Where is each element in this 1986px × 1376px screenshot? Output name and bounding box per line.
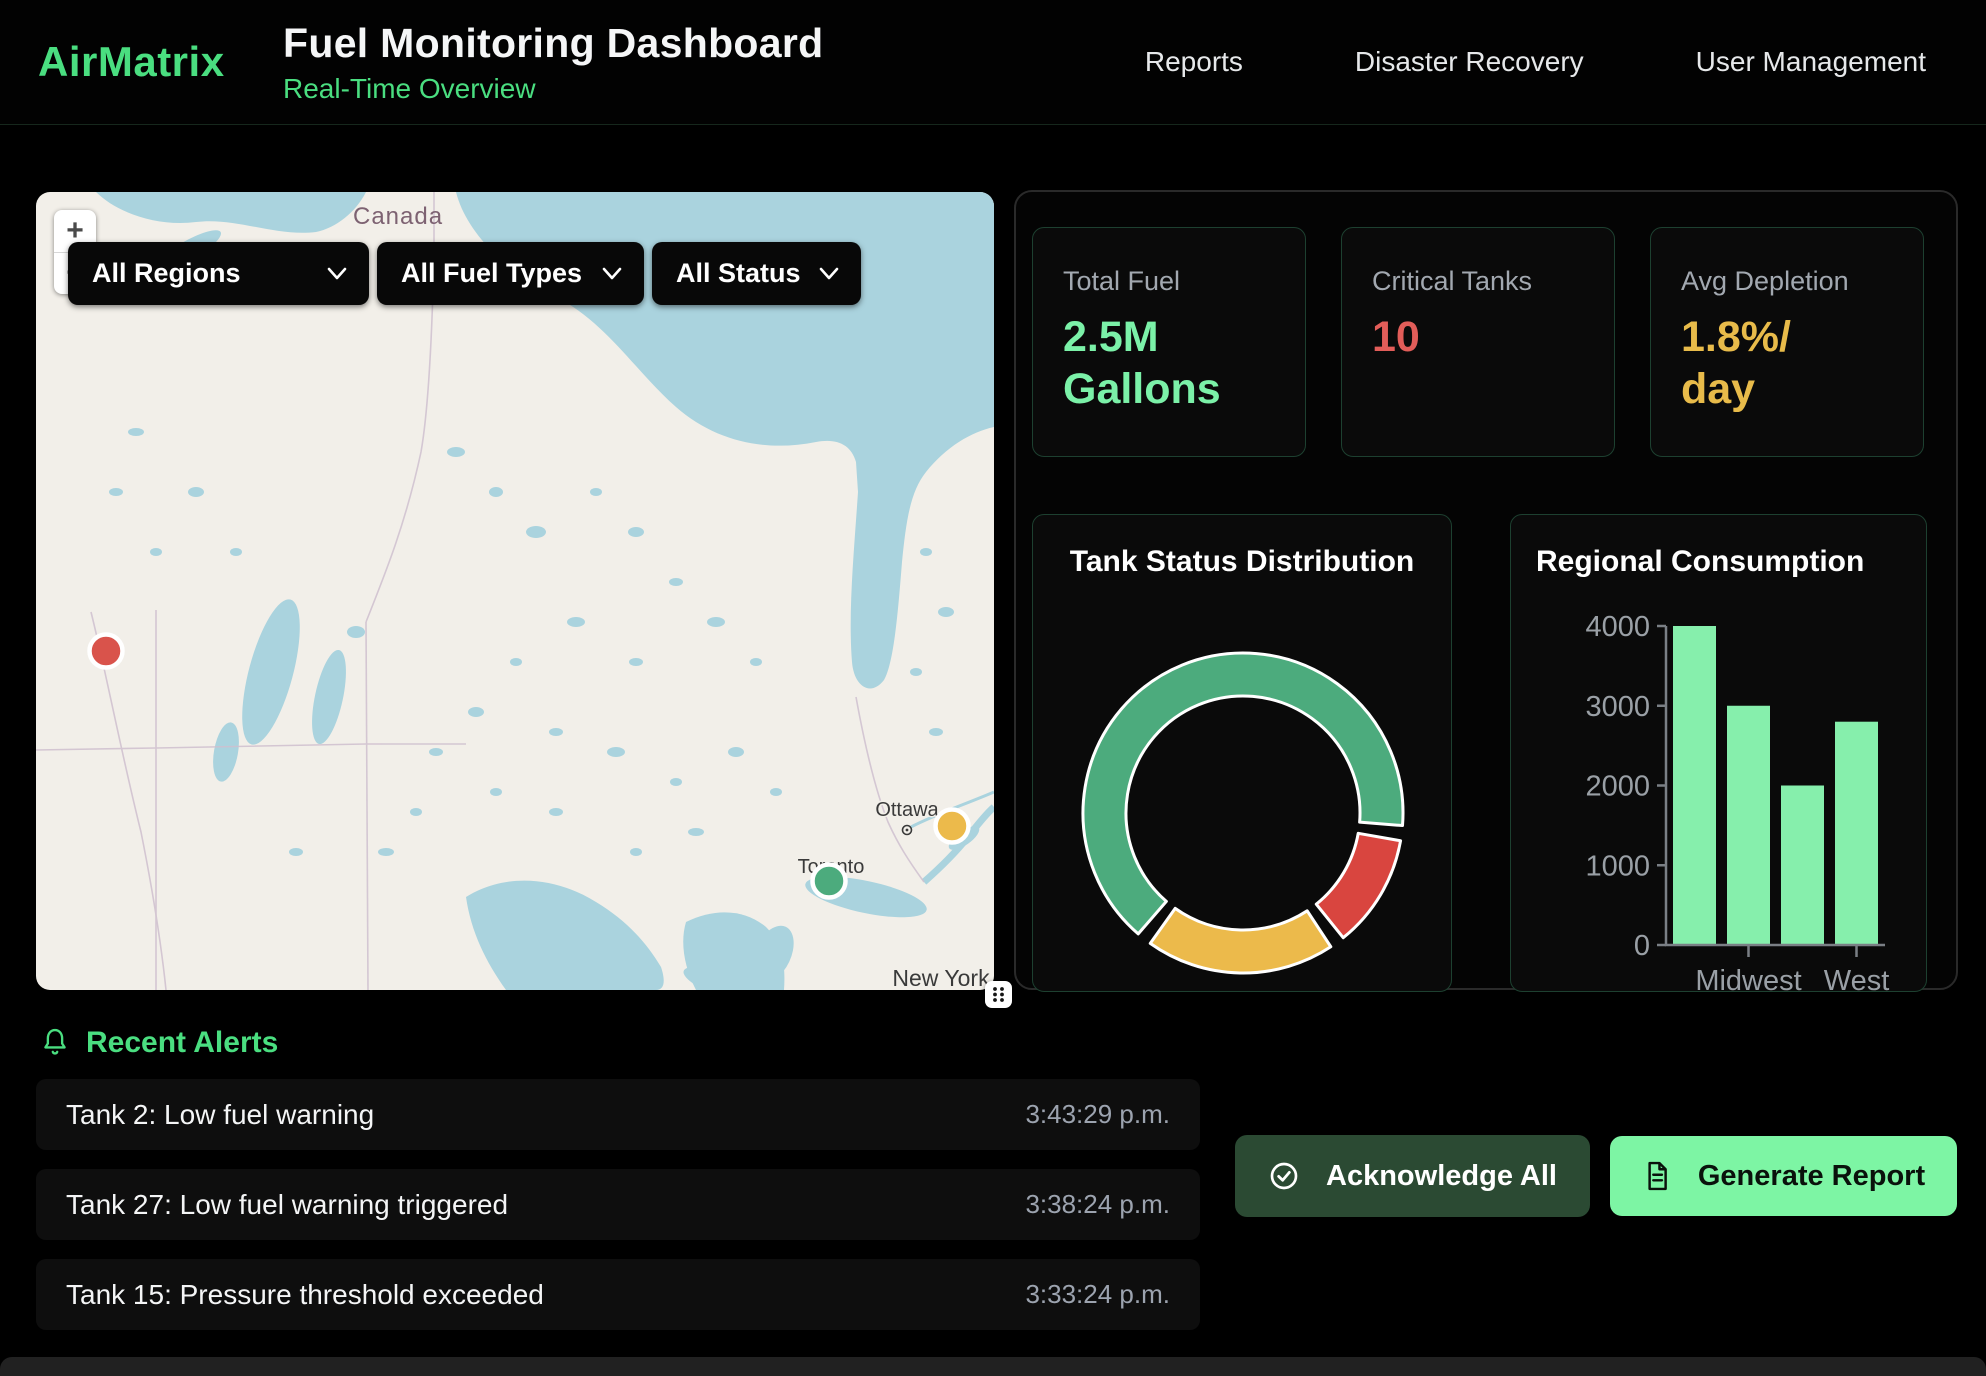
- tank-status-donut-chart: [1033, 573, 1453, 991]
- app-header: AirMatrix Fuel Monitoring Dashboard Real…: [0, 0, 1986, 125]
- fuel-type-filter-value: All Fuel Types: [401, 258, 582, 289]
- tank-status-chart-card: Tank Status Distribution: [1032, 514, 1452, 992]
- document-icon: [1642, 1160, 1672, 1192]
- svg-text:West: West: [1824, 965, 1890, 991]
- svg-text:3000: 3000: [1585, 691, 1650, 723]
- alert-time: 3:38:24 p.m.: [1025, 1189, 1170, 1220]
- alert-row[interactable]: Tank 27: Low fuel warning triggered 3:38…: [36, 1169, 1200, 1240]
- bar: [1727, 706, 1770, 945]
- regional-consumption-chart-card: Regional Consumption 01000200030004000Mi…: [1510, 514, 1927, 992]
- fuel-type-filter-dropdown[interactable]: All Fuel Types: [377, 242, 644, 305]
- status-filter-value: All Status: [676, 258, 801, 289]
- map-resize-handle-icon[interactable]: [985, 981, 1012, 1008]
- stat-label: Critical Tanks: [1372, 266, 1584, 297]
- map-marker-warning[interactable]: [936, 810, 969, 843]
- alert-text: Tank 2: Low fuel warning: [66, 1099, 374, 1131]
- donut-segment-warning: [1150, 908, 1331, 973]
- alert-row[interactable]: Tank 2: Low fuel warning 3:43:29 p.m.: [36, 1079, 1200, 1150]
- map-city-label-new-york: New York: [892, 965, 990, 990]
- stat-value-critical-tanks: 10: [1372, 311, 1547, 363]
- bar: [1835, 722, 1878, 945]
- donut-segment-critical: [1316, 833, 1400, 937]
- lake-superior-water: [466, 881, 664, 990]
- nav-item-reports[interactable]: Reports: [1145, 46, 1243, 78]
- page-subtitle: Real-Time Overview: [283, 73, 823, 105]
- map-marker-normal[interactable]: [813, 865, 846, 898]
- acknowledge-all-label: Acknowledge All: [1326, 1160, 1557, 1193]
- bar: [1781, 786, 1824, 946]
- chevron-down-icon: [819, 267, 839, 280]
- svg-text:1000: 1000: [1585, 850, 1650, 882]
- fuel-map[interactable]: Canada Ottawa Toronto New York + − All R…: [36, 192, 994, 990]
- status-filter-dropdown[interactable]: All Status: [652, 242, 861, 305]
- stat-value-total-fuel: 2.5M Gallons: [1063, 311, 1238, 416]
- svg-text:0: 0: [1634, 930, 1650, 962]
- bell-icon: [40, 1027, 70, 1059]
- stat-card-avg-depletion: Avg Depletion 1.8%/day: [1650, 227, 1924, 457]
- chevron-down-icon: [602, 267, 622, 280]
- nav-item-user-management[interactable]: User Management: [1696, 46, 1926, 78]
- generate-report-label: Generate Report: [1698, 1160, 1925, 1193]
- nav-item-disaster-recovery[interactable]: Disaster Recovery: [1355, 46, 1584, 78]
- stat-label: Avg Depletion: [1681, 266, 1893, 297]
- alert-time: 3:33:24 p.m.: [1025, 1279, 1170, 1310]
- alert-text: Tank 27: Low fuel warning triggered: [66, 1189, 508, 1221]
- metrics-panel: Total Fuel 2.5M Gallons Critical Tanks 1…: [1014, 190, 1958, 990]
- svg-text:2000: 2000: [1585, 771, 1650, 803]
- map-filter-bar: All Regions All Fuel Types All Status: [68, 242, 861, 305]
- acknowledge-all-button[interactable]: Acknowledge All: [1235, 1135, 1590, 1217]
- map-marker-critical[interactable]: [90, 635, 123, 668]
- main-nav: Reports Disaster Recovery User Managemen…: [1145, 46, 1926, 78]
- region-filter-dropdown[interactable]: All Regions: [68, 242, 369, 305]
- bottom-scrollbar[interactable]: [0, 1357, 1986, 1376]
- alert-text: Tank 15: Pressure threshold exceeded: [66, 1279, 544, 1311]
- chevron-down-icon: [327, 267, 347, 280]
- stat-card-total-fuel: Total Fuel 2.5M Gallons: [1032, 227, 1306, 457]
- stat-card-critical-tanks: Critical Tanks 10: [1341, 227, 1615, 457]
- alert-row[interactable]: Tank 15: Pressure threshold exceeded 3:3…: [36, 1259, 1200, 1330]
- stat-label: Total Fuel: [1063, 266, 1275, 297]
- check-circle-icon: [1268, 1160, 1300, 1192]
- app-logo: AirMatrix: [38, 38, 283, 86]
- stat-value-avg-depletion: 1.8%/day: [1681, 311, 1816, 416]
- alert-time: 3:43:29 p.m.: [1025, 1099, 1170, 1130]
- region-filter-value: All Regions: [92, 258, 241, 289]
- map-country-label: Canada: [353, 203, 443, 230]
- bar: [1673, 626, 1716, 945]
- svg-text:Midwest: Midwest: [1695, 965, 1801, 991]
- svg-text:4000: 4000: [1585, 611, 1650, 643]
- generate-report-button[interactable]: Generate Report: [1610, 1136, 1957, 1216]
- recent-alerts-header: Recent Alerts: [40, 1026, 278, 1060]
- recent-alerts-title: Recent Alerts: [86, 1026, 278, 1060]
- page-title: Fuel Monitoring Dashboard: [283, 20, 823, 67]
- map-canvas: Canada Ottawa Toronto New York: [36, 192, 994, 990]
- regional-bar-chart: 0 1000 2000 3000 4000 Midwest West: [1511, 513, 1928, 991]
- map-city-label-ottawa: Ottawa: [875, 799, 939, 821]
